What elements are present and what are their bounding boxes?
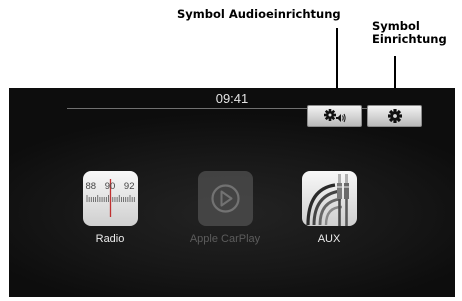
carplay-icon [210, 184, 240, 213]
radio-tile: 88 90 92 [82, 171, 138, 226]
aux-tile [301, 171, 357, 226]
carplay-label: Apple CarPlay [189, 233, 261, 245]
settings-symbol-callout: Symbol Einrichtung [372, 20, 447, 46]
aux-cable-icon [305, 174, 349, 226]
gear-icon [387, 109, 402, 123]
audio-symbol-callout: Symbol Audioeinrichtung [177, 7, 341, 21]
audio-settings-icon [323, 109, 346, 123]
carplay-tile [197, 171, 253, 226]
audio-settings-button[interactable] [307, 105, 362, 127]
settings-callout-line-2: Einrichtung [372, 32, 447, 46]
radio-frequency-label: 90 [104, 181, 116, 192]
radio-label: Radio [95, 233, 125, 245]
app-apple-carplay[interactable]: Apple CarPlay [180, 171, 270, 245]
radio-dial-icon [86, 179, 135, 217]
app-radio[interactable]: 88 90 92 Radio [65, 171, 155, 245]
app-aux[interactable]: AUX [284, 171, 374, 245]
head-unit-screen: 09:41 88 90 92 Radio Apple CarPlay AUX [9, 88, 455, 297]
settings-button[interactable] [367, 105, 422, 127]
radio-frequency-label: 88 [85, 181, 97, 192]
aux-label: AUX [317, 233, 341, 245]
radio-frequency-scale: 88 90 92 [86, 181, 135, 192]
radio-frequency-label: 92 [123, 181, 135, 192]
clock: 09:41 [215, 91, 249, 106]
